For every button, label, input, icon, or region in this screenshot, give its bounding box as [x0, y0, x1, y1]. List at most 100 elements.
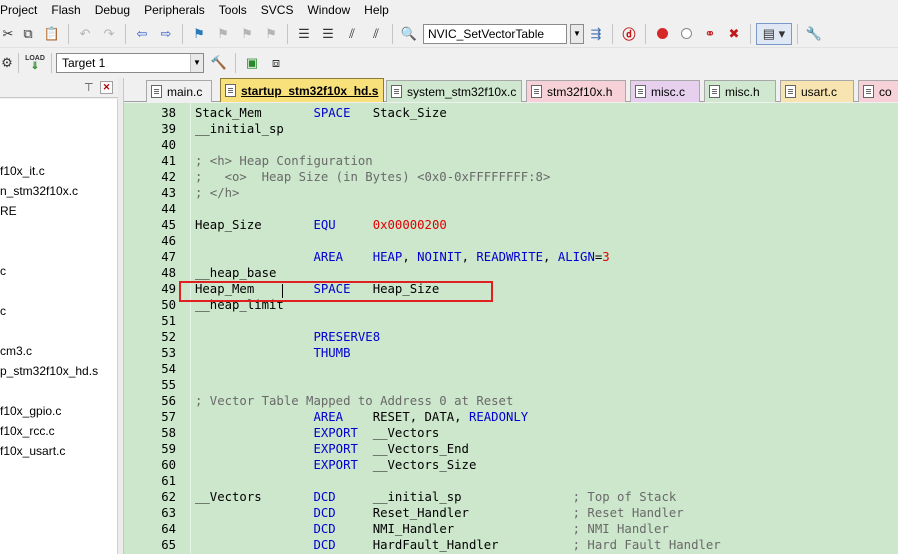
menu-peripherals[interactable]: Peripherals: [137, 1, 212, 19]
line-number: 57: [161, 410, 176, 424]
manage-components-icon[interactable]: ▣: [241, 52, 263, 74]
paste-icon[interactable]: 📋: [41, 23, 63, 45]
code-line: 46: [124, 233, 898, 249]
chevron-down-icon: ▼: [190, 53, 203, 72]
line-number: 54: [161, 362, 176, 376]
tab-co[interactable]: co: [858, 80, 898, 102]
code-line: 44: [124, 201, 898, 217]
nav-back-icon[interactable]: ⇦: [131, 23, 153, 45]
target-options-icon[interactable]: 🔨: [208, 52, 230, 74]
tab-misc-h[interactable]: misc.h: [704, 80, 776, 102]
menu-flash[interactable]: Flash: [44, 1, 87, 19]
toolbar-divider: [392, 23, 393, 44]
undo-icon[interactable]: ↶: [74, 23, 96, 45]
prev-bookmark-icon[interactable]: ⚑: [212, 23, 234, 45]
toolbar-divider: [797, 23, 798, 44]
code-line: 56 ; Vector Table Mapped to Address 0 at …: [124, 393, 898, 409]
cut-icon[interactable]: ✂: [1, 23, 15, 45]
find-icon[interactable]: ⇶: [585, 23, 607, 45]
window-layout-icon[interactable]: ▤ ▾: [756, 22, 792, 45]
tree-item[interactable]: f10x_gpio.c: [0, 402, 61, 420]
menu-svcs[interactable]: SVCS: [254, 1, 301, 19]
indent-icon[interactable]: ☰: [293, 23, 315, 45]
batch-build-icon[interactable]: ⚙: [1, 52, 13, 74]
debug-start-icon[interactable]: ⓓ: [618, 23, 640, 45]
clear-bookmarks-icon[interactable]: ⚑: [260, 23, 282, 45]
menu-window[interactable]: Window: [300, 1, 357, 19]
code-token: ; Reset Handler: [572, 506, 684, 520]
code-token: ; Vector Table Mapped to Address 0 at Re…: [195, 394, 514, 408]
breakpoint-icon[interactable]: [651, 23, 673, 45]
pin-icon[interactable]: ⊤: [84, 81, 94, 94]
file-icon: [635, 85, 646, 98]
tab-label: usart.c: [801, 84, 838, 99]
code-line: 42 ; <o> Heap Size (in Bytes) <0x0-0xFFFF…: [124, 169, 898, 185]
code-line: 59 EXPORT __Vectors_End: [124, 441, 898, 457]
code-token: DCD: [313, 506, 336, 520]
toolbar-divider: [750, 23, 751, 44]
nav-forward-icon[interactable]: ⇨: [155, 23, 177, 45]
tree-item[interactable]: RE: [0, 202, 17, 220]
disable-all-breakpoints-icon[interactable]: ⚭: [699, 23, 721, 45]
text-caret: [282, 284, 283, 298]
code-editor[interactable]: 38 Stack_Mem SPACE Stack_Size 39 __initial_…: [124, 103, 898, 554]
code-token: ,: [402, 250, 418, 264]
menu-help[interactable]: Help: [357, 1, 396, 19]
tab-system-stm32f10x-c[interactable]: system_stm32f10x.c: [386, 80, 522, 102]
file-extensions-icon[interactable]: ⧈: [265, 52, 287, 74]
toolbar-divider: [612, 23, 613, 44]
comment-icon[interactable]: ⫽: [341, 23, 363, 45]
tree-item[interactable]: c: [0, 302, 6, 320]
settings-wrench-icon[interactable]: 🔧: [803, 23, 825, 45]
uncomment-icon[interactable]: ⫽: [365, 23, 387, 45]
tree-item[interactable]: f10x_it.c: [0, 162, 45, 180]
code-line: 57 AREA RESET, DATA, READONLY: [124, 409, 898, 425]
code-text: __initial_sp: [195, 121, 284, 137]
code-token: Stack_Size: [350, 106, 447, 120]
code-line: 40: [124, 137, 898, 153]
copy-icon[interactable]: ⧉: [17, 23, 39, 45]
tree-item[interactable]: p_stm32f10x_hd.s: [0, 362, 98, 380]
tab-misc-c[interactable]: misc.c: [630, 80, 700, 102]
menu-project[interactable]: Project: [0, 1, 44, 19]
load-icon[interactable]: LOAD ⇓: [24, 52, 46, 74]
tab-stm32f10x-h[interactable]: stm32f10x.h: [526, 80, 626, 102]
redo-icon[interactable]: ↷: [98, 23, 120, 45]
highlight-annotation-box: [179, 281, 493, 302]
menu-debug[interactable]: Debug: [88, 1, 137, 19]
unindent-icon[interactable]: ☰: [317, 23, 339, 45]
bookmark-icon[interactable]: ⚑: [188, 23, 210, 45]
tab-usart-c[interactable]: usart.c: [780, 80, 854, 102]
tree-item[interactable]: c: [0, 262, 6, 280]
tree-item[interactable]: f10x_rcc.c: [0, 422, 55, 440]
disable-breakpoint-icon[interactable]: [675, 23, 697, 45]
line-number: 43: [161, 186, 176, 200]
target-combo[interactable]: Target 1 ▼: [56, 52, 204, 73]
tab-main-c[interactable]: main.c: [146, 80, 212, 102]
code-line: 64 DCD NMI_Handler ; NMI Handler: [124, 521, 898, 537]
kill-breakpoints-icon[interactable]: ✖: [723, 23, 745, 45]
find-in-files-icon[interactable]: 🔍: [398, 23, 420, 45]
tree-item[interactable]: f10x_usart.c: [0, 442, 65, 460]
tab-startup-stm32f10x-hd-s[interactable]: startup_stm32f10x_hd.s: [220, 78, 384, 102]
code-line: 48 __heap_base: [124, 265, 898, 281]
tree-item[interactable]: n_stm32f10x.c: [0, 182, 78, 200]
toolbar-divider: [182, 23, 183, 44]
code-token: NOINIT: [417, 250, 462, 264]
next-bookmark-icon[interactable]: ⚑: [236, 23, 258, 45]
file-tab-strip: main.c startup_stm32f10x_hd.s system_stm…: [124, 78, 898, 102]
function-combo-dropdown[interactable]: ▼: [570, 23, 584, 44]
menu-tools[interactable]: Tools: [212, 1, 254, 19]
close-icon[interactable]: ✕: [100, 81, 113, 94]
code-token: ; <h> Heap Configuration: [195, 154, 373, 168]
line-number: 62: [161, 490, 176, 504]
line-number: 52: [161, 330, 176, 344]
code-text: ; <h> Heap Configuration: [195, 153, 373, 169]
file-icon: [225, 84, 236, 97]
function-combo[interactable]: NVIC_SetVectorTable: [423, 23, 567, 44]
tree-item[interactable]: cm3.c: [0, 342, 32, 360]
code-text: __Vectors DCD __initial_sp ; Top of Stac…: [195, 489, 676, 505]
code-line: 39 __initial_sp: [124, 121, 898, 137]
